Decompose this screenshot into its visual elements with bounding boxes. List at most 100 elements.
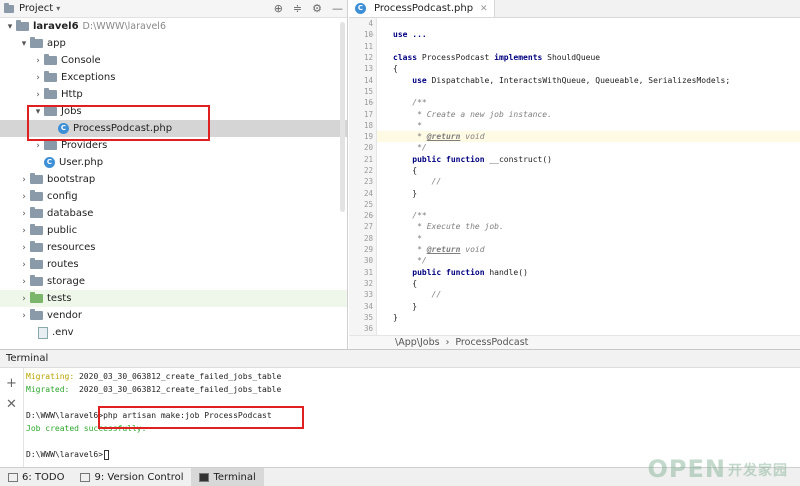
chevron-right-icon: › [22,310,26,321]
fold-icon[interactable]: − [370,99,374,107]
tree-item-console[interactable]: › Console [0,52,347,69]
line-number: 33 [363,290,373,300]
close-icon[interactable]: ✕ [6,397,17,412]
vcs-label: 9: Version Control [94,471,184,483]
tree-item-label: bootstrap [47,174,96,185]
tree-item-laravel6[interactable]: ▾ laravel6 D:\WWW\laravel6 [0,18,347,35]
line-number: 12 [363,53,373,63]
terminal-command: php artisan make:job ProcessPodcast [103,411,272,420]
code-line: 15 [364,86,800,97]
code-text: * Execute the job. [393,222,504,232]
project-scrollbar[interactable] [340,22,345,212]
tree-item-providers[interactable]: › Providers [0,137,347,154]
chevron-right-icon: › [445,337,450,348]
code-text: use Dispatchable, InteractsWithQueue, Qu… [412,75,731,85]
line-number: 11 [363,41,373,51]
tree-item-user[interactable]: C User.php [0,154,347,171]
code-text: { [393,278,418,288]
tree-item-http[interactable]: › Http [0,86,347,103]
chevron-right-icon: › [22,242,26,253]
folder-icon [30,258,43,269]
code-text: // [393,290,442,300]
chevron-right-icon: › [36,140,40,151]
tree-item-env[interactable]: .env [0,324,347,341]
line-number: 15 [363,86,373,96]
todo-button[interactable]: 6: TODO [0,468,72,486]
hide-icon[interactable]: — [332,2,343,15]
code-text: * @return void [393,132,485,142]
project-title: Project [19,3,54,14]
tree-item-config[interactable]: › config [0,188,347,205]
chevron-right-icon: › [36,55,40,66]
tree-item-jobs[interactable]: ▾ Jobs [0,103,347,120]
code-text: * [393,233,422,243]
tree-item-resources[interactable]: › resources [0,239,347,256]
line-number: 14 [363,75,373,85]
project-view-selector[interactable]: Project ▾ [4,2,61,14]
terminal-button[interactable]: Terminal [191,468,264,486]
code-line: 30 */ [364,255,800,266]
tab-processpodcast[interactable]: C ProcessPodcast.php ✕ [349,0,495,17]
gear-icon[interactable]: ⚙ [312,2,322,15]
project-tree: ▾ laravel6 D:\WWW\laravel6 ▾ app › Conso… [0,18,347,341]
tree-item-label: public [47,225,78,236]
folder-icon [30,37,43,48]
add-icon[interactable]: + [6,376,17,391]
code-text: /** [393,211,427,221]
breadcrumb-item[interactable]: \App\Jobs [395,337,440,348]
tree-item-public[interactable]: › public [0,222,347,239]
version-control-button[interactable]: 9: Version Control [72,468,191,486]
folder-icon [30,207,43,218]
tree-item-processpodcast[interactable]: C ProcessPodcast.php [0,120,347,137]
tree-item-exceptions[interactable]: › Exceptions [0,69,347,86]
close-icon[interactable]: ✕ [480,4,488,14]
code-text: } [393,312,398,322]
tree-item-vendor[interactable]: › vendor [0,307,347,324]
code-line: 29 * @return void [364,244,800,255]
tree-item-tests[interactable]: › tests [0,290,347,307]
code-text: } [393,301,418,311]
line-number: 31 [363,267,373,277]
php-class-icon: C [44,157,55,168]
tree-item-app[interactable]: ▾ app [0,35,347,52]
folder-icon [30,224,43,235]
php-class-icon: C [355,3,366,14]
chevron-down-icon: ▾ [21,38,27,49]
code-text: public function __construct() [412,154,552,164]
code-line: 28 * [364,233,800,244]
chevron-right-icon: › [22,259,26,270]
project-header: Project ▾ ⊕ ≑ ⚙ — [0,0,347,18]
tree-item-label: app [47,38,66,49]
chevron-right-icon: › [22,174,26,185]
code-text: * [393,120,422,130]
terminal-text: Job created successfully. [26,424,147,433]
chevron-down-icon: ▾ [56,4,61,13]
tree-item-routes[interactable]: › routes [0,256,347,273]
folder-icon [16,20,29,31]
tree-item-label: User.php [59,157,104,168]
line-number: 28 [363,233,373,243]
line-number: 19 [363,132,373,142]
code-line: 13 { [364,63,800,74]
line-number: 17 [363,109,373,119]
tree-item-storage[interactable]: › storage [0,273,347,290]
breadcrumb-item[interactable]: ProcessPodcast [455,337,528,348]
folder-icon [44,139,57,150]
code-text: */ [393,256,427,266]
tree-item-database[interactable]: › database [0,205,347,222]
line-number: 24 [363,188,373,198]
project-panel: Project ▾ ⊕ ≑ ⚙ — ▾ laravel6 D:\WWW\lara… [0,0,348,349]
terminal-output[interactable]: Migrating: 2020_03_30_063812_create_fail… [26,370,800,467]
fold-icon[interactable]: + [370,31,374,39]
tree-item-bootstrap[interactable]: › bootstrap [0,171,347,188]
code-area[interactable]: 4 10 + use ... 11 12 class ProcessPodcast i… [364,18,800,335]
terminal-cursor [104,449,110,460]
fold-icon[interactable]: − [370,212,374,220]
locate-icon[interactable]: ⊕ [274,2,283,15]
code-text: */ [393,143,427,153]
terminal-line: D:\WWW\laravel6> php artisan make:job Pro… [26,409,800,422]
code-line: 33 // [364,289,800,300]
collapse-all-icon[interactable]: ≑ [293,2,302,15]
